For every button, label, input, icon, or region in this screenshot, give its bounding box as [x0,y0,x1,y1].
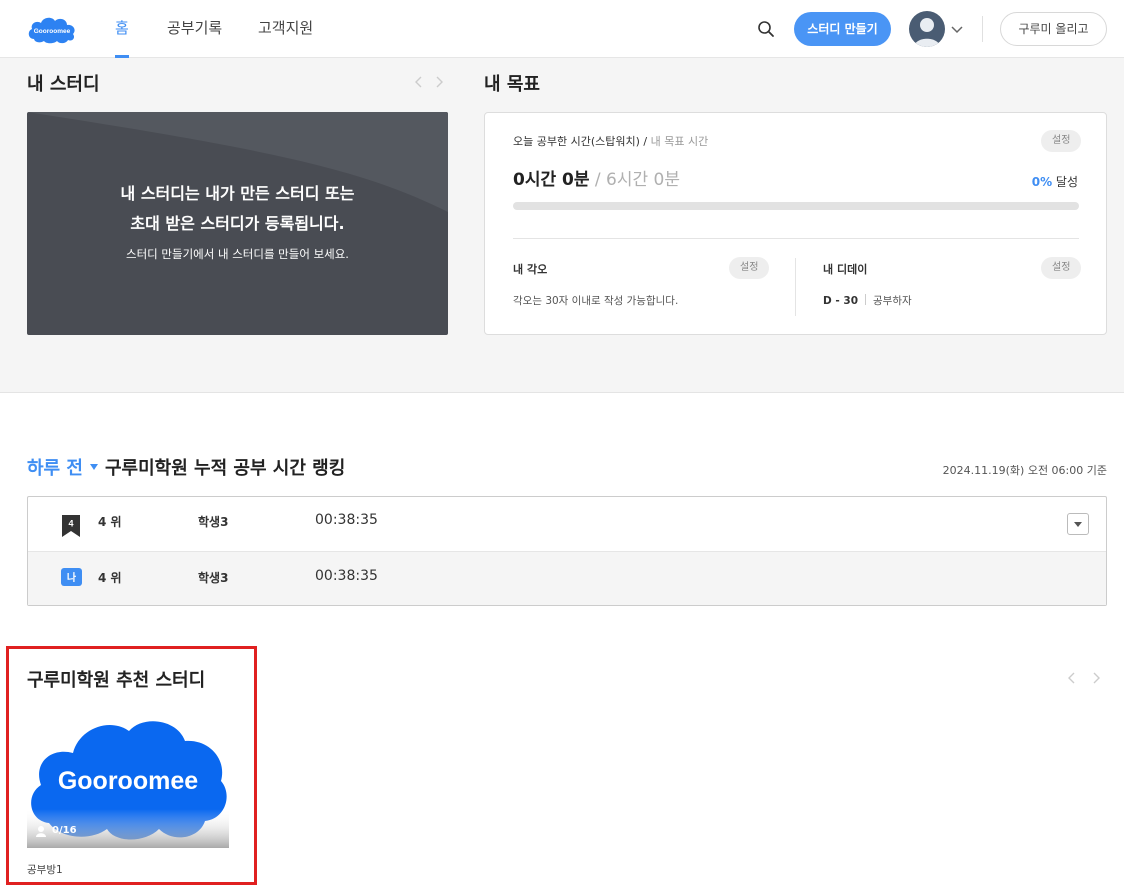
goal-percent-value: 0% [1031,175,1053,189]
header-divider [982,16,983,42]
ranking-period-select[interactable]: 하루 전 [27,458,83,479]
rank-position: 4 위 [98,571,122,585]
chevron-left-icon [415,76,422,88]
rank-name: 학생3 [198,571,229,585]
recommended-pager [1068,672,1100,684]
ranking-as-of: 2024.11.19(화) 오전 06:00 기준 [942,464,1107,477]
study-member-count: 0/16 [52,825,77,836]
ranking-heading: 하루 전 구루미학원 누적 공부 시간 랭킹 [27,454,345,480]
dashboard-section: 내 스터디 내 스터디는 내가 만든 스터디 또는 초대 받은 스터디가 등록됩… [0,58,1124,393]
nav-support[interactable]: 고객지원 [258,0,313,58]
top-header: Gooroomee 홈 공부기록 고객지원 스터디 만들기 구루미 올리고 [0,0,1124,58]
rank-time: 00:38:35 [315,512,378,528]
person-icon [38,826,44,832]
thumbnail-logo-text: Gooroomee [58,767,198,795]
ranking-expand-button[interactable] [1067,513,1089,535]
goal-vertical-divider [795,258,796,316]
target-time: / 6시간 0분 [589,170,680,190]
rank-ribbon-icon: 4 [62,515,80,537]
ranking-row-me: 나 4 위 학생3 00:38:35 [28,551,1106,605]
ranking-title: 구루미학원 누적 공부 시간 랭킹 [104,458,346,479]
dday-info: D - 30 공부하자 [823,293,912,308]
goal-settings-button[interactable]: 설정 [1041,130,1082,152]
rank-badge-text: 4 [68,519,73,529]
chevron-down-icon[interactable] [950,22,964,36]
dday-label: 공부하자 [873,295,912,307]
user-silhouette-icon [914,18,940,47]
search-icon[interactable] [756,19,776,39]
my-study-empty-banner: 내 스터디는 내가 만든 스터디 또는 초대 받은 스터디가 등록됩니다. 스터… [27,112,448,335]
me-badge-text: 나 [67,571,77,584]
goal-label-target: 내 목표 시간 [647,135,709,148]
goal-card: 오늘 공부한 시간(스탑워치) / 내 목표 시간 설정 0시간 0분 / 6시… [484,112,1107,335]
dday-separator [865,294,866,305]
my-study-pager [415,76,443,88]
logo-text: Gooroomee [34,28,71,35]
goal-time: 0시간 0분 / 6시간 0분 [513,165,680,190]
banner-text-line3: 스터디 만들기에서 내 스터디를 만들어 보세요. [126,247,349,261]
nav-study-record[interactable]: 공부기록 [167,0,222,58]
resolution-settings-button[interactable]: 설정 [729,257,770,279]
goal-label-main: 오늘 공부한 시간(스탑워치) / [513,135,648,148]
banner-text-line2: 초대 받은 스터디가 등록됩니다. [130,214,345,233]
avatar[interactable] [909,11,945,47]
rank-time: 00:38:35 [315,568,378,584]
ranking-row: 4 4 위 학생3 00:38:35 [28,497,1106,551]
dday-settings-button[interactable]: 설정 [1041,257,1082,279]
ranking-table: 4 4 위 학생3 00:38:35 나 4 위 학생3 00:38:35 [27,496,1107,606]
my-goal-title: 내 목표 [484,74,540,95]
nav-home[interactable]: 홈 [115,0,129,58]
caret-down-icon[interactable] [89,462,99,472]
resolution-title: 내 각오 [513,263,548,276]
dday-value: D - 30 [823,295,858,307]
chevron-right-icon [436,76,443,88]
studied-time: 0시간 0분 [513,170,590,190]
caret-down-icon [1074,522,1082,527]
goal-percent: 0% 달성 [1032,173,1078,190]
dday-title: 내 디데이 [823,263,868,276]
create-study-button[interactable]: 스터디 만들기 [794,12,891,46]
upload-button[interactable]: 구루미 올리고 [1000,12,1107,46]
resolution-text: 각오는 30자 이내로 작성 가능합니다. [513,295,679,307]
gooroomee-logo[interactable]: Gooroomee [26,13,78,45]
banner-text-line1: 내 스터디는 내가 만든 스터디 또는 [120,184,355,203]
study-name[interactable]: 공부방1 [27,862,63,877]
my-study-title: 내 스터디 [27,74,100,95]
goal-label: 오늘 공부한 시간(스탑워치) / 내 목표 시간 [513,133,708,149]
chevron-right-icon [1093,672,1100,684]
recommended-title: 구루미학원 추천 스터디 [27,670,206,691]
rank-name: 학생3 [198,515,229,529]
rank-position: 4 위 [98,515,122,529]
chevron-left-icon [1068,672,1075,684]
goal-percent-suffix: 달성 [1052,175,1078,189]
goal-progress-bar [513,202,1079,210]
me-badge-icon: 나 [61,568,82,586]
goal-divider [513,238,1079,239]
